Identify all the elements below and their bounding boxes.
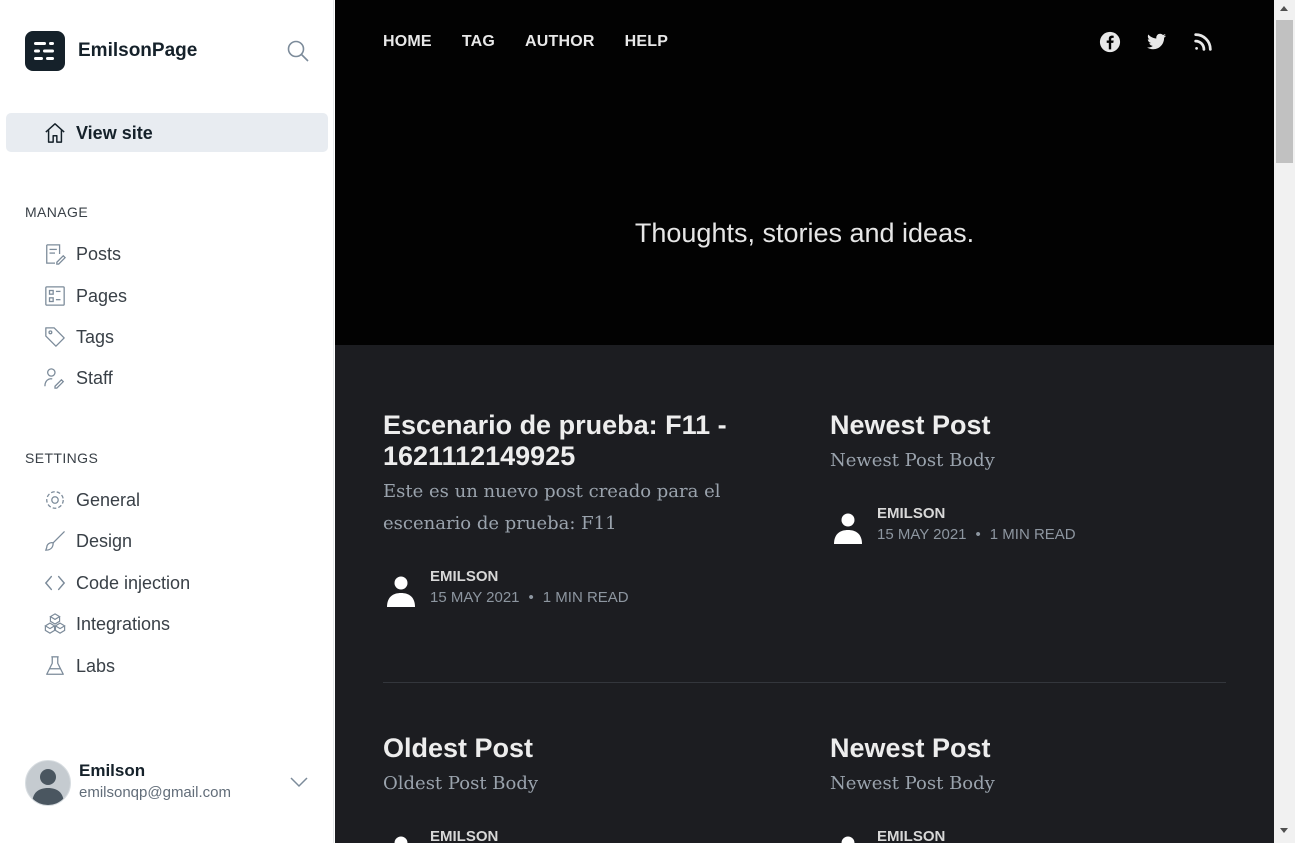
nav-tag-link[interactable]: TAG [462,33,495,51]
sidebar-item-pages[interactable]: Pages [44,283,127,309]
flask-icon [44,655,66,677]
nav-help-link[interactable]: HELP [625,33,668,51]
integrations-icon [44,613,66,635]
sidebar-item-label: Pages [76,285,128,306]
sidebar-item-posts[interactable]: Posts [44,241,121,267]
sidebar-item-label: General [76,489,141,510]
author-avatar-icon[interactable] [830,509,866,545]
sidebar-item-label: Tags [76,326,115,347]
scrollbar[interactable] [1274,0,1295,843]
sidebar-item-design[interactable]: Design [44,528,132,554]
sidebar-item-label: Posts [76,243,122,264]
posts-icon [44,243,66,265]
user-email: emilsonqp@gmail.com [79,784,231,801]
brand[interactable]: EmilsonPage [25,31,197,71]
user-menu[interactable]: Emilson emilsonqp@gmail.com [25,760,315,806]
brush-icon [44,530,66,552]
site-tagline: Thoughts, stories and ideas. [634,218,975,248]
sidebar-item-label: Staff [76,367,113,388]
chevron-down-icon[interactable] [289,772,309,792]
avatar [25,760,71,806]
post-author[interactable]: EMILSON [877,828,945,843]
staff-icon [44,367,66,389]
scroll-down-arrow-icon[interactable] [1280,828,1288,833]
nav-home-link[interactable]: HOME [383,33,432,51]
search-icon[interactable] [286,39,310,63]
post-card[interactable]: Newest Post Newest Post Body [830,733,1230,800]
post-date-line: 15 MAY 2021 • 1 MIN READ [877,526,1076,543]
manage-section-title: MANAGE [25,204,89,220]
post-title[interactable]: Newest Post [830,733,1230,764]
post-title[interactable]: Newest Post [830,410,1230,441]
post-reading-time: 1 MIN READ [542,589,629,606]
nav-author-link[interactable]: AUTHOR [525,33,595,51]
post-author[interactable]: EMILSON [430,828,498,843]
post-reading-time: 1 MIN READ [989,526,1076,543]
brand-logo-icon [25,31,65,71]
scroll-up-arrow-icon[interactable] [1280,6,1288,11]
sidebar-item-general[interactable]: General [44,487,140,513]
author-avatar-icon[interactable] [830,832,866,843]
sidebar-item-label: Integrations [76,613,171,634]
post-excerpt: Newest Post Body [830,450,995,471]
meta-separator: • [528,589,534,606]
post-card[interactable]: Oldest Post Oldest Post Body [383,733,783,800]
settings-section-title: SETTINGS [25,450,99,466]
post-date: 15 MAY 2021 [877,526,967,543]
sidebar-item-label: Labs [76,655,116,676]
post-meta: EMILSON [383,828,783,843]
home-icon [44,122,66,144]
site-preview: HOME TAG AUTHOR HELP Thoughts, stories a… [335,0,1274,843]
sidebar-item-labs[interactable]: Labs [44,653,115,679]
pages-icon [44,285,66,307]
post-excerpt: Este es un nuevo post creado para el esc… [383,481,721,534]
user-name: Emilson [79,761,146,780]
author-avatar-icon[interactable] [383,572,419,608]
twitter-icon[interactable] [1145,31,1167,53]
facebook-icon[interactable] [1099,31,1121,53]
site-nav: HOME TAG AUTHOR HELP [383,33,698,51]
post-author[interactable]: EMILSON [430,568,498,585]
sidebar-item-staff[interactable]: Staff [44,365,113,391]
post-author[interactable]: EMILSON [877,505,945,522]
meta-separator: • [975,526,981,543]
sidebar-item-label: Code injection [76,572,191,593]
admin-sidebar: EmilsonPage View site MANAGE Posts Pages [0,0,334,843]
post-date: 15 MAY 2021 [430,589,520,606]
sidebar-item-integrations[interactable]: Integrations [44,611,170,637]
view-site-button[interactable]: View site [6,113,328,152]
scrollbar-thumb[interactable] [1276,20,1293,163]
post-divider [383,682,1226,683]
post-excerpt: Newest Post Body [830,773,995,794]
view-site-label: View site [76,123,153,143]
post-title[interactable]: Escenario de prueba: F11 - 1621112149925 [383,410,783,472]
author-avatar-icon[interactable] [383,832,419,843]
sidebar-item-label: Design [76,530,133,551]
code-icon [44,572,66,594]
post-date-line: 15 MAY 2021 • 1 MIN READ [430,589,629,606]
sidebar-item-code-injection[interactable]: Code injection [44,570,190,596]
post-meta: EMILSON 15 MAY 2021 • 1 MIN READ [383,568,783,612]
post-title[interactable]: Oldest Post [383,733,783,764]
site-header: HOME TAG AUTHOR HELP Thoughts, stories a… [335,0,1274,345]
post-excerpt: Oldest Post Body [383,773,539,794]
sidebar-item-tags[interactable]: Tags [44,324,114,350]
brand-name: EmilsonPage [78,40,198,61]
post-meta: EMILSON 15 MAY 2021 • 1 MIN READ [830,505,1230,549]
gear-icon [44,489,66,511]
post-meta: EMILSON [830,828,1230,843]
post-card[interactable]: Escenario de prueba: F11 - 1621112149925… [383,410,783,540]
rss-icon[interactable] [1192,31,1214,53]
post-card[interactable]: Newest Post Newest Post Body [830,410,1230,477]
tag-icon [44,326,66,348]
